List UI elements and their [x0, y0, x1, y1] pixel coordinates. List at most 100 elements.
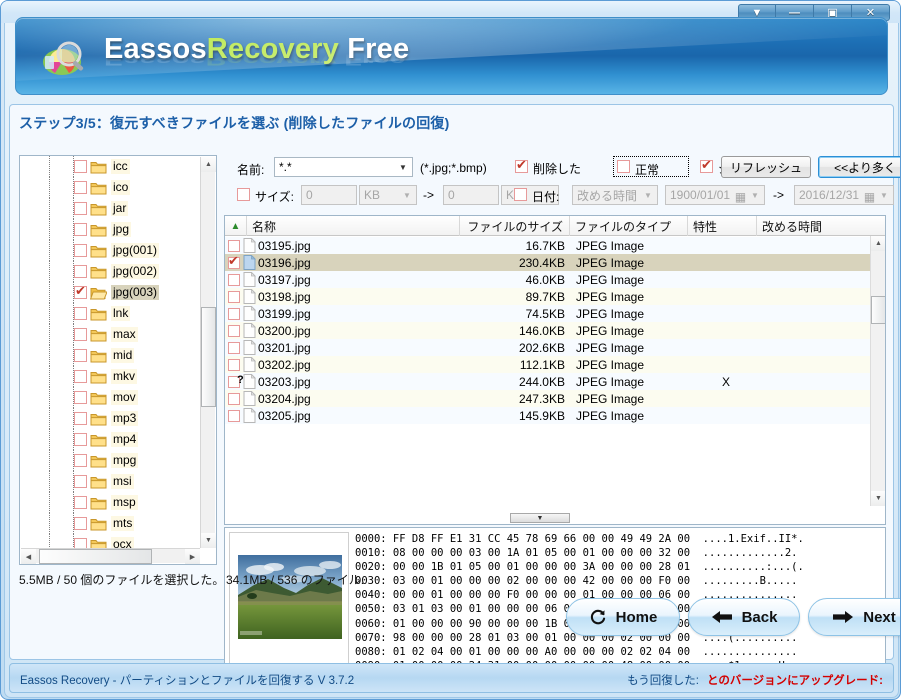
chevron-down-icon[interactable]: ▼: [877, 188, 891, 202]
tree-item-jpg002[interactable]: jpg(002): [20, 261, 201, 282]
tree-item-ico[interactable]: ico: [20, 177, 201, 198]
file-list-panel[interactable]: ▲ 名称 ファイルのサイズ ファイルのタイプ 特性 改める時間 03195.jp…: [224, 215, 886, 525]
tree-item-mts[interactable]: mts: [20, 513, 201, 534]
file-row-checkbox[interactable]: [228, 324, 240, 337]
column-header-name[interactable]: 名称: [247, 216, 460, 236]
tree-scroll-thumb[interactable]: [201, 307, 216, 407]
table-row[interactable]: 03200.jpg 146.0KB JPEG Image: [225, 322, 870, 339]
system-checkbox[interactable]: [700, 157, 713, 173]
tree-item-checkbox[interactable]: [74, 160, 87, 173]
tree-item-jpg001[interactable]: jpg(001): [20, 240, 201, 261]
normal-checkbox-group[interactable]: 正常: [613, 156, 689, 177]
list-scroll-thumb[interactable]: [871, 296, 885, 324]
name-filter-combo[interactable]: *.* ▼: [274, 157, 413, 177]
tree-item-checkbox[interactable]: [74, 202, 87, 215]
folder-tree-panel[interactable]: icc ico jar jpg jpg(001) jpg(002) jpg(003) lnk m…: [19, 155, 217, 565]
calendar-icon[interactable]: ▦: [733, 189, 748, 204]
tree-item-msi[interactable]: msi: [20, 471, 201, 492]
date-to-picker[interactable]: 2016/12/31 ▦ ▼: [794, 185, 894, 205]
deleted-checkbox[interactable]: [515, 157, 528, 173]
more-options-button[interactable]: <<より多く: [818, 156, 900, 178]
size-to-input[interactable]: 0: [443, 185, 499, 205]
tree-item-checkbox[interactable]: [74, 391, 87, 404]
chevron-down-icon[interactable]: ▼: [748, 188, 762, 202]
tree-item-checkbox[interactable]: [74, 244, 87, 257]
file-list-vertical-scrollbar[interactable]: ▲ ▼: [870, 236, 885, 506]
tree-item-mpg[interactable]: mpg: [20, 450, 201, 471]
tree-scroll-up-arrow[interactable]: ▲: [201, 157, 216, 172]
table-row[interactable]: 03202.jpg 112.1KB JPEG Image: [225, 356, 870, 373]
date-filter-checkbox[interactable]: [514, 188, 527, 201]
tree-item-checkbox[interactable]: [74, 496, 87, 509]
tree-vertical-scrollbar[interactable]: ▲ ▼: [200, 157, 216, 548]
file-row-checkbox[interactable]: [228, 253, 240, 269]
chevron-down-icon[interactable]: ▼: [400, 188, 414, 202]
splitter-grip[interactable]: ▼: [510, 513, 570, 523]
file-row-checkbox[interactable]: [228, 273, 240, 286]
tree-item-checkbox[interactable]: [74, 181, 87, 194]
tree-item-jpg[interactable]: jpg: [20, 219, 201, 240]
tree-item-checkbox[interactable]: [74, 475, 87, 488]
column-header-type[interactable]: ファイルのタイプ: [570, 216, 688, 236]
table-row[interactable]: 03196.jpg 230.4KB JPEG Image: [225, 253, 870, 271]
tree-item-msp[interactable]: msp: [20, 492, 201, 513]
date-from-picker[interactable]: 1900/01/01 ▦ ▼: [665, 185, 765, 205]
tree-hscroll-thumb[interactable]: [39, 549, 152, 564]
table-row[interactable]: 03197.jpg 46.0KB JPEG Image: [225, 271, 870, 288]
tree-item-checkbox[interactable]: [74, 328, 87, 341]
date-mode-combo[interactable]: 改める時間 ▼: [572, 185, 658, 205]
tree-item-checkbox[interactable]: [74, 454, 87, 467]
tree-item-mid[interactable]: mid: [20, 345, 201, 366]
tree-item-checkbox[interactable]: [74, 349, 87, 362]
tree-item-mp3[interactable]: mp3: [20, 408, 201, 429]
home-button[interactable]: Home: [566, 598, 680, 636]
size-from-unit-combo[interactable]: KB ▼: [359, 185, 417, 205]
normal-checkbox[interactable]: [617, 160, 630, 173]
tree-item-jar[interactable]: jar: [20, 198, 201, 219]
tree-item-mp4[interactable]: mp4: [20, 429, 201, 450]
file-row-checkbox[interactable]: [228, 290, 240, 303]
list-scroll-down-arrow[interactable]: ▼: [871, 491, 885, 506]
size-filter-checkbox[interactable]: [237, 188, 250, 201]
file-row-checkbox[interactable]: [228, 307, 240, 320]
file-row-checkbox[interactable]: [228, 239, 240, 252]
list-scroll-up-arrow[interactable]: ▲: [871, 236, 885, 251]
tree-item-checkbox[interactable]: [74, 223, 87, 236]
table-row[interactable]: 03201.jpg 202.6KB JPEG Image: [225, 339, 870, 356]
tree-item-icc[interactable]: icc: [20, 156, 201, 177]
back-button[interactable]: Back: [688, 598, 800, 636]
size-from-input[interactable]: 0: [301, 185, 357, 205]
tree-item-checkbox[interactable]: [74, 307, 87, 320]
tree-item-mov[interactable]: mov: [20, 387, 201, 408]
tree-item-max[interactable]: max: [20, 324, 201, 345]
tree-item-checkbox[interactable]: [74, 283, 87, 299]
tree-scroll-down-arrow[interactable]: ▼: [201, 533, 216, 548]
table-row[interactable]: 03199.jpg 74.5KB JPEG Image: [225, 305, 870, 322]
tree-item-checkbox[interactable]: [74, 433, 87, 446]
upgrade-link[interactable]: とのバージョンにアップグレード:: [707, 672, 883, 688]
file-row-checkbox[interactable]: [228, 341, 240, 354]
column-header-sort[interactable]: ▲: [225, 216, 247, 236]
tree-scroll-right-arrow[interactable]: ▶: [185, 549, 200, 564]
next-button[interactable]: Next: [808, 598, 900, 636]
column-header-modified-time[interactable]: 改める時間: [757, 216, 885, 236]
tree-item-lnk[interactable]: lnk: [20, 303, 201, 324]
table-row[interactable]: 03204.jpg 247.3KB JPEG Image: [225, 390, 870, 407]
file-row-checkbox[interactable]: [228, 409, 240, 422]
table-row[interactable]: ? 03203.jpg 244.0KB JPEG Image X: [225, 373, 870, 390]
file-row-checkbox[interactable]: [228, 358, 240, 371]
tree-item-mkv[interactable]: mkv: [20, 366, 201, 387]
column-header-size[interactable]: ファイルのサイズ: [460, 216, 570, 236]
table-row[interactable]: 03198.jpg 89.7KB JPEG Image: [225, 288, 870, 305]
table-row[interactable]: 03195.jpg 16.7KB JPEG Image: [225, 237, 870, 254]
tree-scroll-left-arrow[interactable]: ◀: [21, 549, 36, 564]
tree-item-jpg003[interactable]: jpg(003): [20, 282, 201, 303]
tree-horizontal-scrollbar[interactable]: ◀ ▶: [21, 548, 200, 564]
calendar-icon[interactable]: ▦: [862, 189, 877, 204]
refresh-button[interactable]: リフレッシュ: [721, 156, 811, 178]
tree-item-checkbox[interactable]: [74, 412, 87, 425]
tree-item-checkbox[interactable]: [74, 517, 87, 530]
tree-item-ocx[interactable]: ocx: [20, 534, 201, 549]
column-header-attribute[interactable]: 特性: [688, 216, 757, 236]
chevron-down-icon[interactable]: ▼: [641, 188, 655, 202]
